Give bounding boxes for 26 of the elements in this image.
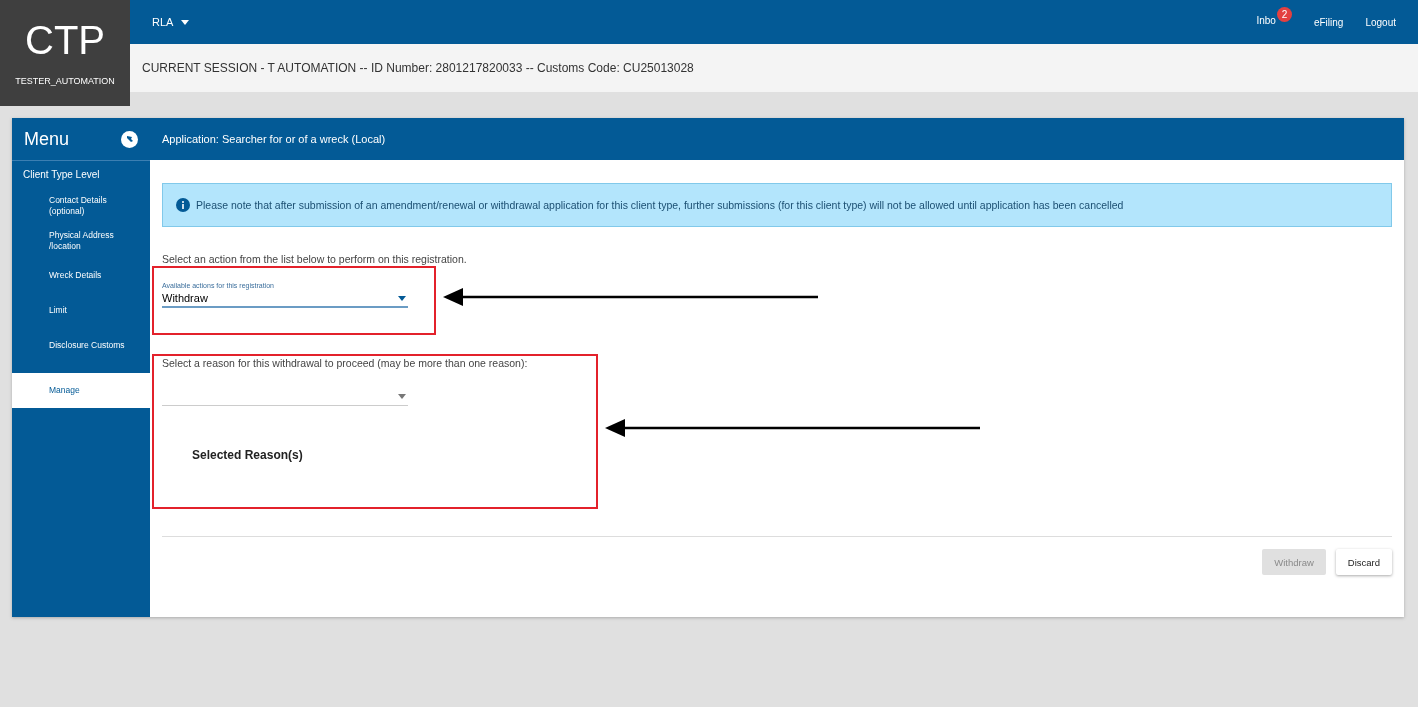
prompt-text: Select an action from the list below to perform on this registration.: [162, 253, 468, 265]
info-icon: [176, 198, 190, 212]
action-button[interactable]: Discard: [1335, 549, 1392, 575]
notice-text: Please note that after submission of an amendment/renewal or withdrawal application for this client type, further submissions (for this client type) will not be allowed until application has been cancelled: [196, 199, 1124, 211]
nav-link[interactable]: Inbo: [1256, 14, 1276, 26]
caret-icon: [181, 19, 190, 25]
section-heading: Selected Reason(s): [192, 448, 304, 462]
sidebar-item[interactable]: Disclosure Customs: [12, 328, 150, 363]
menu-title: Menu: [24, 128, 70, 150]
nav-link[interactable]: Logout: [1365, 16, 1396, 28]
sidebar-item[interactable]: Manage: [12, 373, 150, 408]
sidebar-item[interactable]: Wreck Details: [12, 258, 150, 293]
logo: CTP: [25, 18, 105, 62]
session-info: CURRENT SESSION - T AUTOMATION -- ID Number: 2801217820033 -- Customs Code: CU25013028: [142, 61, 694, 75]
caret-icon: [398, 295, 406, 301]
sidebar-item[interactable]: Physical Address /location: [12, 223, 150, 258]
nav-link[interactable]: eFiling: [1313, 16, 1344, 28]
section-label: Client Type Level: [22, 168, 101, 182]
count-badge: 2: [1276, 6, 1292, 22]
sidebar-item[interactable]: Limit: [12, 293, 150, 328]
nav-menu[interactable]: RLA: [152, 16, 190, 28]
user-name: TESTER_AUTOMATION: [15, 76, 115, 86]
caret-icon: [398, 394, 406, 399]
prompt-text: Select a reason for this withdrawal to proceed (may be more than one reason):: [162, 357, 529, 369]
panel-title: Application: Searcher for or of a wreck (Local): [162, 133, 386, 145]
sidebar-item[interactable]: Contact Details (optional): [12, 188, 150, 223]
